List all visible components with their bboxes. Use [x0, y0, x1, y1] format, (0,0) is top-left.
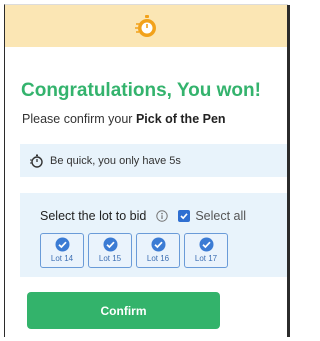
- selection-label: Select the lot to bid: [40, 209, 147, 223]
- check-circle-icon: [199, 237, 213, 252]
- info-icon[interactable]: [156, 210, 169, 222]
- check-circle-icon: [151, 237, 165, 252]
- dialog-subtitle: Please confirm your Pick of the Pen: [22, 112, 226, 126]
- lot-label: Lot 16: [146, 254, 170, 263]
- lot-option-17[interactable]: Lot 17: [184, 233, 228, 268]
- lot-label: Lot 17: [194, 254, 218, 263]
- check-circle-icon: [55, 237, 69, 252]
- check-circle-icon: [103, 237, 117, 252]
- lot-selection-panel: Select the lot to bid Select all Lot 14: [20, 193, 288, 277]
- lot-option-14[interactable]: Lot 14: [40, 233, 84, 268]
- time-warning-text: Be quick, you only have 5s: [50, 154, 181, 167]
- stopwatch-icon: [134, 15, 156, 37]
- time-warning-banner: Be quick, you only have 5s: [20, 144, 288, 177]
- lot-label: Lot 15: [98, 254, 122, 263]
- stopwatch-icon: [30, 154, 43, 168]
- confirm-button[interactable]: Confirm: [27, 292, 220, 329]
- bid-dialog: Congratulations, You won! Please confirm…: [4, 4, 290, 337]
- subtitle-bold: Pick of the Pen: [135, 112, 226, 126]
- lot-option-15[interactable]: Lot 15: [88, 233, 132, 268]
- lot-list: Lot 14 Lot 15 Lot 16 Lot 17: [40, 233, 228, 268]
- selection-header: Select the lot to bid Select all: [40, 209, 246, 223]
- check-icon: [180, 213, 188, 220]
- dialog-header: [5, 5, 288, 47]
- select-all-checkbox[interactable]: [178, 210, 191, 222]
- subtitle-prefix: Please confirm your: [22, 112, 136, 126]
- dialog-title: Congratulations, You won!: [21, 80, 261, 101]
- select-all-label[interactable]: Select all: [195, 209, 246, 223]
- lot-label: Lot 14: [50, 254, 74, 263]
- lot-option-16[interactable]: Lot 16: [136, 233, 180, 268]
